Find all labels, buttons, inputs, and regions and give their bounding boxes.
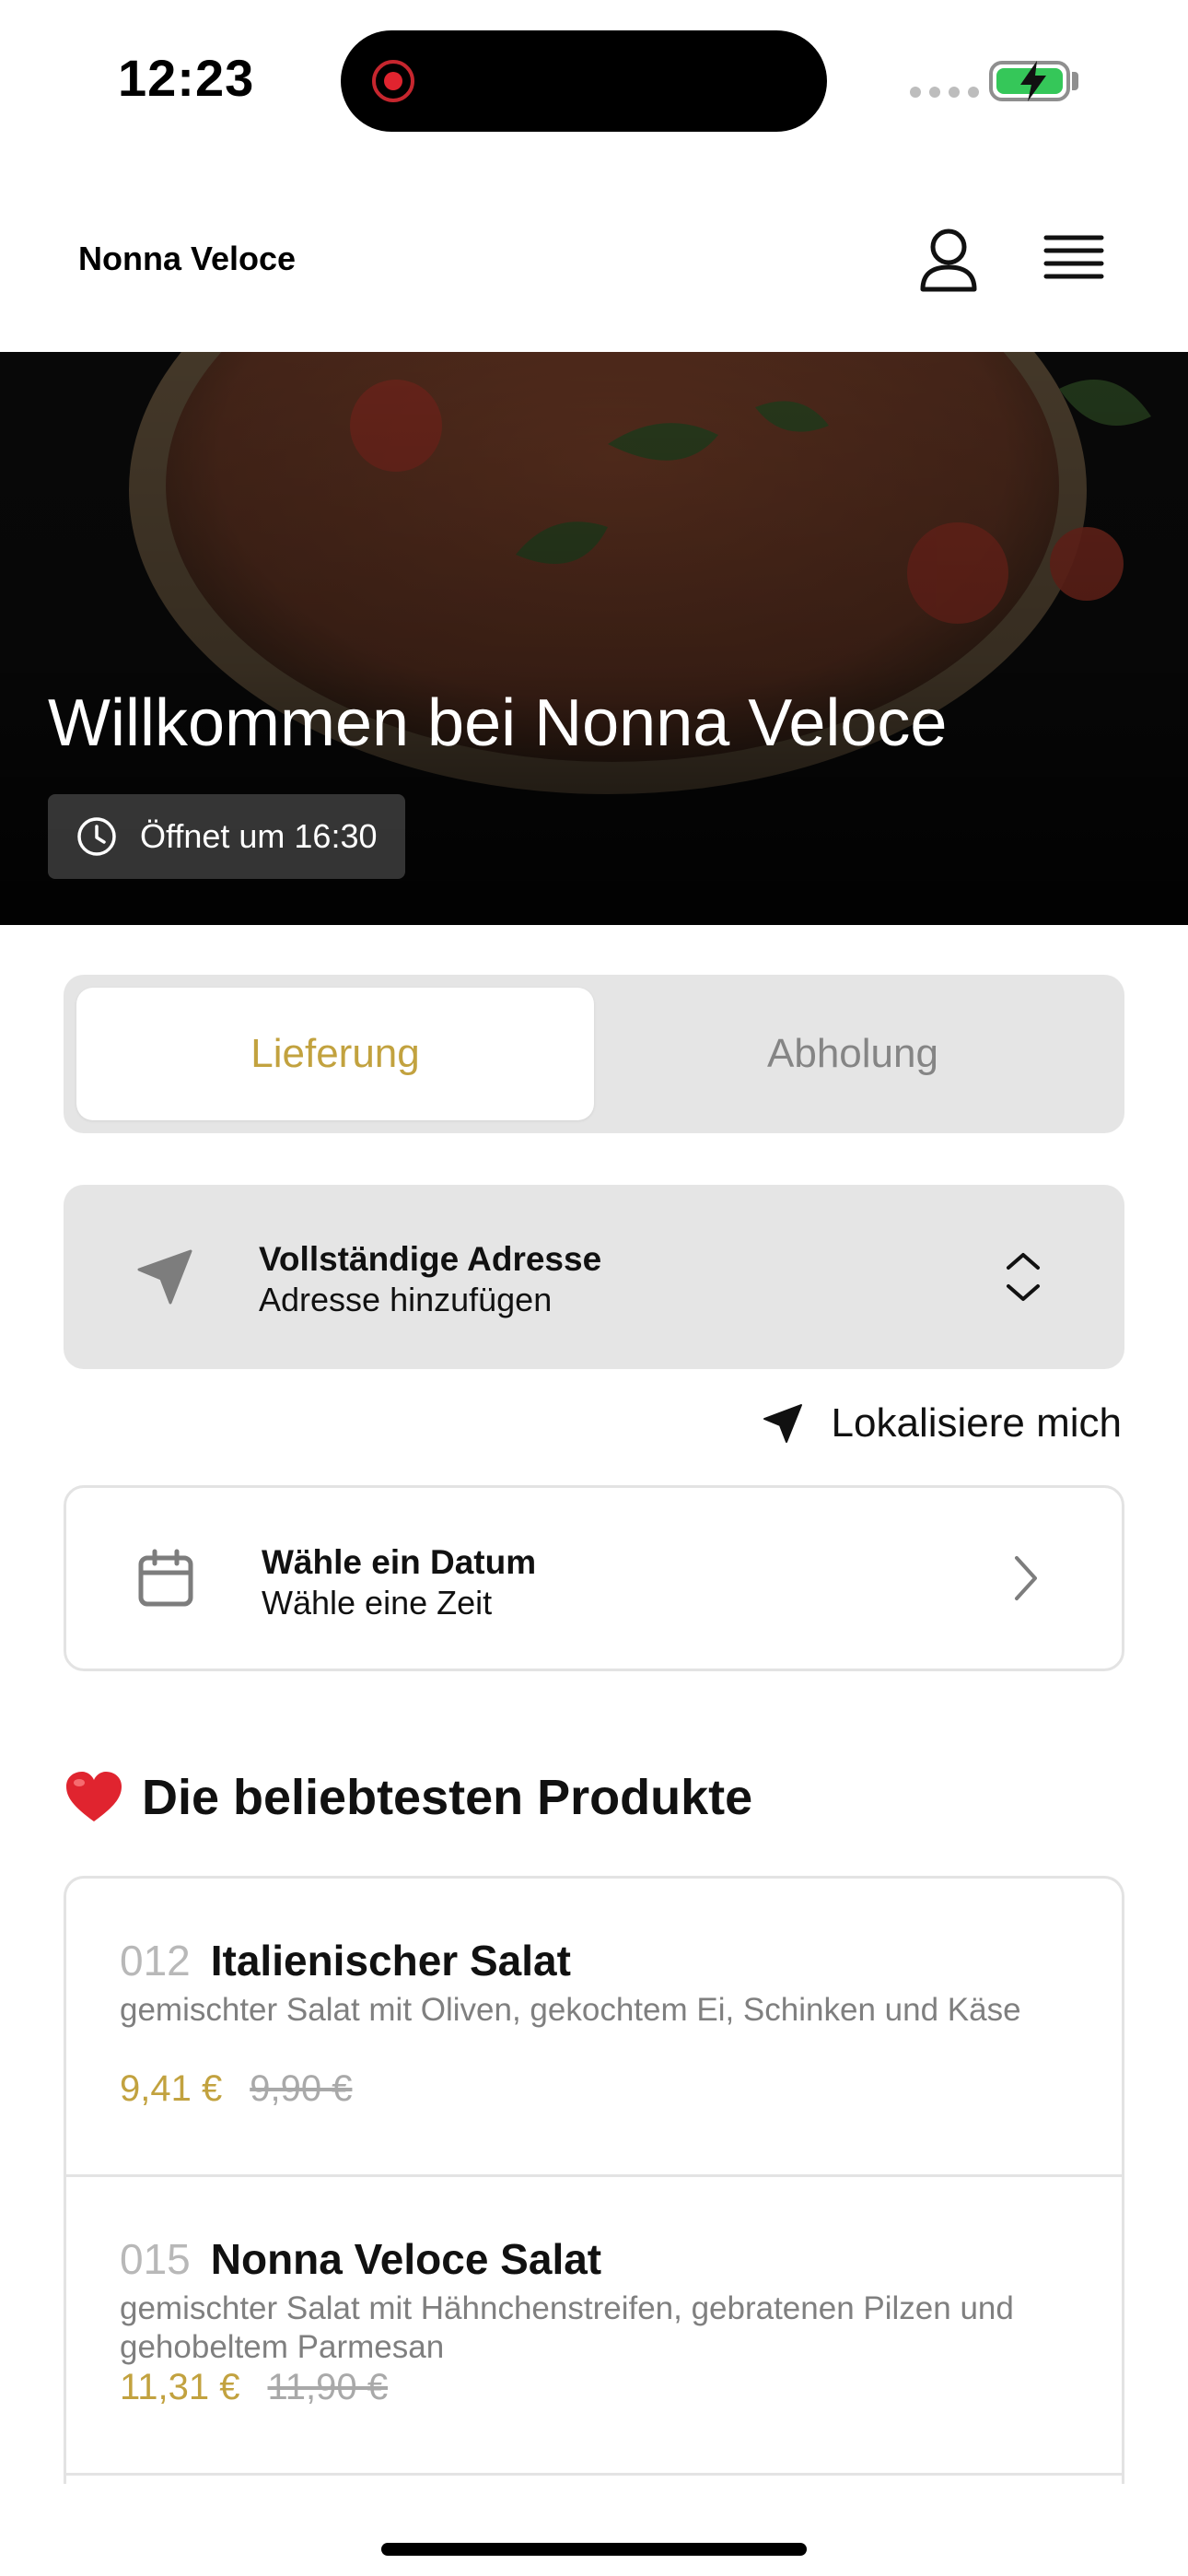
opening-hours-badge: Öffnet um 16:30 <box>48 794 405 879</box>
navigation-arrow-icon <box>137 1249 192 1305</box>
section-title: Die beliebtesten Produkte <box>142 1770 753 1825</box>
recording-indicator-icon <box>372 60 414 102</box>
hero-title: Willkommen bei Nonna Veloce <box>48 686 948 760</box>
address-title: Vollständige Adresse <box>259 1240 602 1278</box>
chevron-right-icon <box>1015 1556 1037 1600</box>
brand-name[interactable]: Nonna Veloce <box>78 240 296 278</box>
product-item[interactable]: 015 Nonna Veloce Salat gemischter Salat … <box>66 2177 1122 2476</box>
clock-icon <box>77 817 116 856</box>
product-item[interactable]: 012 Italienischer Salat gemischter Salat… <box>66 1879 1122 2177</box>
signal-icon <box>910 87 979 98</box>
app-header: Nonna Veloce <box>0 166 1188 352</box>
account-button[interactable] <box>912 223 985 297</box>
product-price: 11,31 € <box>120 2367 240 2407</box>
product-number: 012 <box>120 1937 191 1985</box>
chevron-up-down-icon <box>1007 1253 1040 1301</box>
battery-cap <box>1072 72 1078 90</box>
locate-me-button[interactable]: Lokalisiere mich <box>762 1400 1122 1446</box>
status-time: 12:23 <box>118 49 255 107</box>
product-description: gemischter Salat mit Oliven, gekochtem E… <box>120 1992 1021 2028</box>
opening-hours-text: Öffnet um 16:30 <box>140 817 378 855</box>
popular-products-heading: Die beliebtesten Produkte <box>64 1769 752 1826</box>
product-price: 9,41 € <box>120 2068 223 2109</box>
dynamic-island <box>341 30 827 132</box>
tab-delivery[interactable]: Lieferung <box>76 988 594 1120</box>
address-selector[interactable]: Vollständige Adresse Adresse hinzufügen <box>64 1185 1124 1369</box>
product-name: Nonna Veloce Salat <box>210 2235 602 2283</box>
product-old-price: 11,90 € <box>267 2367 389 2407</box>
calendar-icon <box>138 1549 193 1607</box>
date-title: Wähle ein Datum <box>262 1543 537 1581</box>
date-time-selector[interactable]: Wähle ein Datum Wähle eine Zeit <box>64 1485 1124 1671</box>
product-old-price: 9,90 € <box>250 2068 353 2109</box>
product-number: 015 <box>120 2235 191 2283</box>
product-list: 012 Italienischer Salat gemischter Salat… <box>64 1876 1124 2484</box>
address-subtitle: Adresse hinzufügen <box>259 1281 553 1318</box>
charging-bolt-icon <box>1020 61 1046 101</box>
location-arrow-icon <box>763 1404 802 1443</box>
menu-icon <box>1043 235 1104 279</box>
home-indicator[interactable] <box>381 2543 807 2556</box>
product-description: gemischter Salat mit Hähnchenstreifen, g… <box>120 2290 1014 2365</box>
order-mode-toggle: Lieferung Abholung <box>64 975 1124 1133</box>
heart-emoji-icon <box>66 1772 122 1821</box>
hero-banner: Willkommen bei Nonna Veloce Öffnet um 16… <box>0 352 1188 925</box>
battery-icon <box>989 61 1070 101</box>
tab-pickup[interactable]: Abholung <box>594 988 1112 1120</box>
product-name: Italienischer Salat <box>210 1937 571 1985</box>
locate-me-label: Lokalisiere mich <box>831 1400 1122 1446</box>
status-bar: 12:23 <box>0 0 1188 166</box>
user-icon <box>920 228 977 292</box>
menu-button[interactable] <box>1041 223 1107 297</box>
time-subtitle: Wähle eine Zeit <box>262 1584 493 1622</box>
